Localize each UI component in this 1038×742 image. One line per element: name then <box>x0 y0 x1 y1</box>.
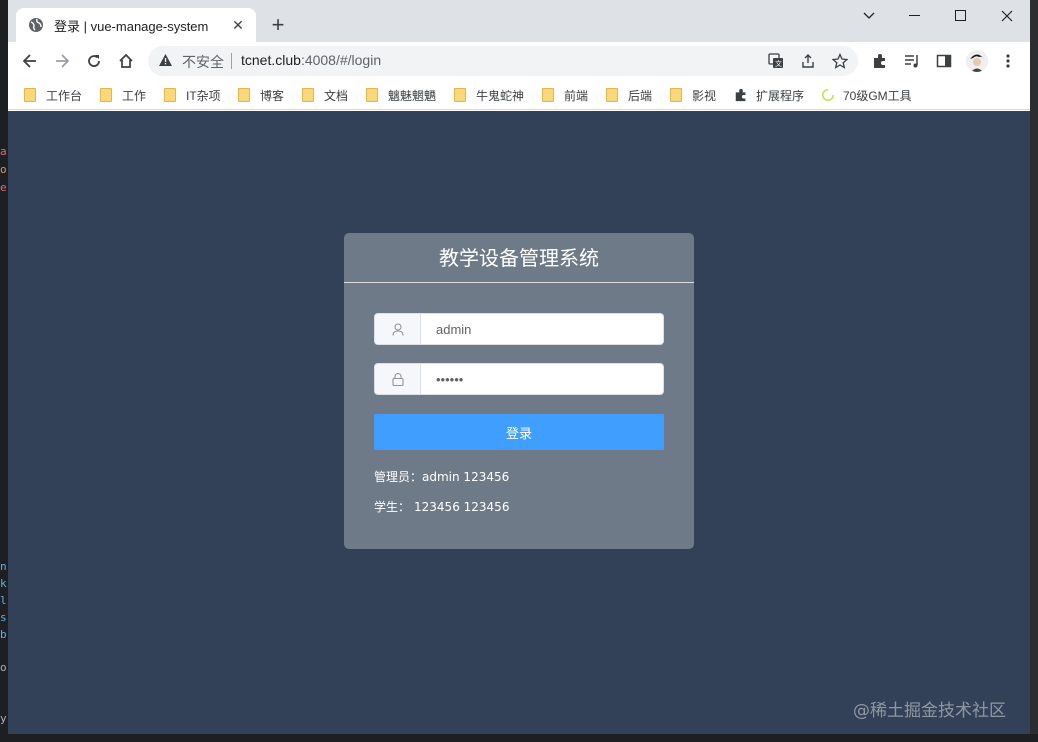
bookmark-label: IT杂项 <box>186 88 221 103</box>
browser-toolbar: 不安全 tcnet.club:4008/#/login 文 <box>8 42 1030 80</box>
login-panel: 教学设备管理系统 登录 管理员：admin 123456 学生：123456 1… <box>344 233 694 549</box>
minimize-button[interactable] <box>892 0 938 32</box>
new-tab-button[interactable]: + <box>266 12 290 37</box>
bookmark-label: 魑魅魍魉 <box>388 88 437 103</box>
user-icon <box>375 314 421 344</box>
folder-icon <box>164 88 176 102</box>
url-host: tcnet.club <box>241 52 301 68</box>
bookmark-extensions[interactable]: 扩展程序 <box>734 86 804 104</box>
password-input[interactable] <box>421 364 663 394</box>
bookmark-label: 扩展程序 <box>756 88 805 103</box>
maximize-button[interactable] <box>938 0 984 32</box>
bookmark-label: 70级GM工具 <box>843 88 912 103</box>
bookmark-folder-9[interactable]: 影视 <box>670 86 716 104</box>
tab-login[interactable]: 登录 | vue-manage-system ✕ <box>16 8 256 42</box>
username-field[interactable] <box>374 313 664 345</box>
address-bar[interactable]: 不安全 tcnet.club:4008/#/login 文 <box>148 46 858 76</box>
editor-fragment: o <box>0 163 7 176</box>
login-button[interactable]: 登录 <box>374 414 664 450</box>
username-input[interactable] <box>421 314 663 344</box>
editor-fragment: o <box>0 661 7 674</box>
tab-title: 登录 | vue-manage-system <box>54 18 209 34</box>
editor-edge: a o e n k l s b o y <box>0 0 8 742</box>
admin-hint-label: 管理员： <box>374 470 423 484</box>
admin-hint: 管理员：admin 123456 <box>374 468 509 485</box>
puzzle-icon <box>735 88 746 102</box>
folder-icon <box>366 88 378 102</box>
student-hint: 学生： 123456 123456 <box>374 498 509 515</box>
student-hint-credentials: 123456 123456 <box>414 500 510 514</box>
editor-fragment: k <box>0 577 7 590</box>
bookmark-folder-2[interactable]: IT杂项 <box>164 86 221 104</box>
admin-hint-credentials: admin 123456 <box>422 470 510 484</box>
translate-icon[interactable]: 文 <box>766 51 786 71</box>
editor-fragment: b <box>0 628 7 641</box>
tab-search-icon[interactable] <box>846 0 892 32</box>
bookmark-label: 影视 <box>692 88 717 103</box>
bookmark-gm-tool[interactable]: 70级GM工具 <box>821 86 912 104</box>
bookmark-folder-3[interactable]: 博客 <box>238 86 284 104</box>
editor-fragment: s <box>0 611 7 624</box>
forward-button[interactable] <box>48 47 76 75</box>
bookmark-label: 博客 <box>260 88 285 103</box>
bookmarks-bar: 工作台 工作 IT杂项 博客 文档 魑魅魍魉 牛鬼蛇神 前端 后端 影视 扩展程… <box>8 80 1030 110</box>
profile-avatar[interactable] <box>966 50 988 72</box>
bookmark-label: 工作 <box>122 88 147 103</box>
lock-icon <box>375 364 421 394</box>
divider <box>231 53 232 69</box>
tab-strip: 登录 | vue-manage-system ✕ + <box>8 0 1030 42</box>
folder-icon <box>238 88 250 102</box>
warning-icon[interactable] <box>158 53 173 67</box>
watermark: @稀土掘金技术社区 <box>853 701 1006 721</box>
editor-fragment: a <box>0 145 7 158</box>
home-button[interactable] <box>112 47 140 75</box>
back-button[interactable] <box>16 47 44 75</box>
folder-icon <box>24 88 36 102</box>
loading-icon <box>821 88 835 102</box>
bookmark-folder-6[interactable]: 牛鬼蛇神 <box>454 86 524 104</box>
url-text[interactable]: tcnet.club:4008/#/login <box>241 52 381 68</box>
folder-icon <box>302 88 314 102</box>
folder-icon <box>606 88 618 102</box>
extensions-icon[interactable] <box>870 51 890 71</box>
media-control-icon[interactable] <box>902 51 922 71</box>
editor-fragment: l <box>0 594 7 607</box>
folder-icon <box>542 88 554 102</box>
editor-fragment: e <box>0 181 7 194</box>
bookmark-folder-8[interactable]: 后端 <box>606 86 652 104</box>
bookmark-label: 文档 <box>324 88 349 103</box>
bookmark-label: 后端 <box>628 88 653 103</box>
bookmark-folder-4[interactable]: 文档 <box>302 86 348 104</box>
browser-window: 登录 | vue-manage-system ✕ + 不安全 tcnet.clu… <box>8 0 1030 734</box>
bookmark-label: 前端 <box>564 88 589 103</box>
editor-fragment: n <box>0 560 7 573</box>
close-window-button[interactable] <box>984 0 1030 32</box>
more-menu-icon[interactable] <box>998 51 1018 71</box>
bookmark-star-icon[interactable] <box>830 51 850 71</box>
share-icon[interactable] <box>798 51 818 71</box>
folder-icon <box>670 88 682 102</box>
svg-text:文: 文 <box>775 59 782 68</box>
side-panel-icon[interactable] <box>934 51 954 71</box>
system-title: 教学设备管理系统 <box>344 233 694 283</box>
editor-bottom-edge <box>0 734 1038 742</box>
bookmark-folder-1[interactable]: 工作 <box>100 86 146 104</box>
folder-icon <box>100 88 112 102</box>
bookmark-folder-0[interactable]: 工作台 <box>24 86 82 104</box>
login-page: 教学设备管理系统 登录 管理员：admin 123456 学生：123456 1… <box>8 111 1030 734</box>
bookmark-label: 工作台 <box>46 88 83 103</box>
bookmark-folder-7[interactable]: 前端 <box>542 86 588 104</box>
bookmark-label: 牛鬼蛇神 <box>476 88 525 103</box>
close-tab-icon[interactable]: ✕ <box>228 15 248 35</box>
editor-fragment: y <box>0 712 7 725</box>
security-status[interactable]: 不安全 <box>182 52 224 72</box>
url-path: :4008/#/login <box>300 52 382 68</box>
globe-icon <box>29 18 43 32</box>
folder-icon <box>454 88 466 102</box>
student-hint-label: 学生： <box>374 500 411 514</box>
bookmark-folder-5[interactable]: 魑魅魍魉 <box>366 86 436 104</box>
password-field[interactable] <box>374 363 664 395</box>
reload-button[interactable] <box>80 47 108 75</box>
